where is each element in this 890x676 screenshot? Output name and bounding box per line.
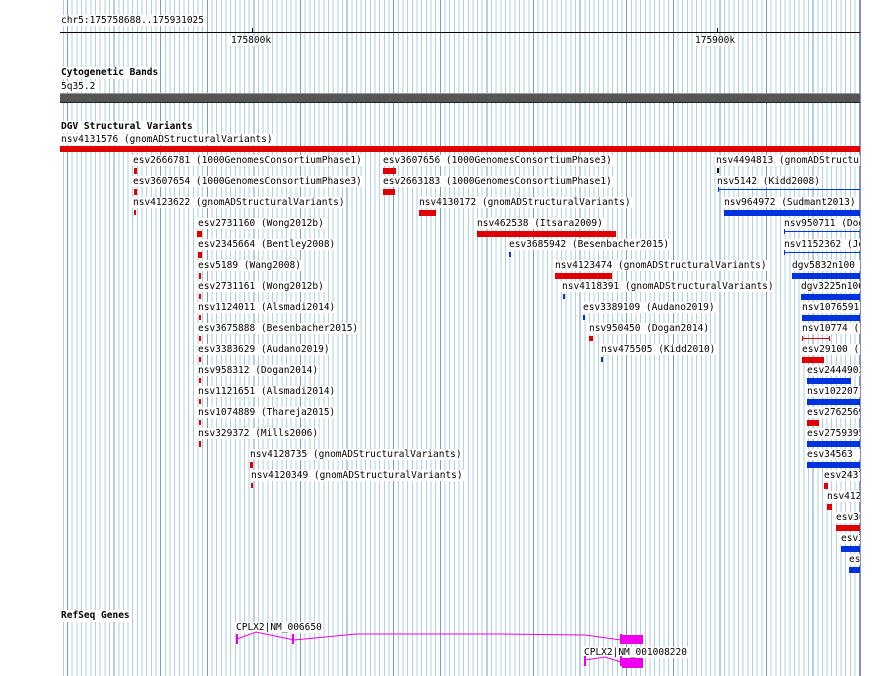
gene-model-svg [236, 631, 643, 668]
genome-track-panel: chr5:175758688..175931025 175800k 175900… [60, 0, 861, 676]
gene-models[interactable] [60, 0, 861, 676]
